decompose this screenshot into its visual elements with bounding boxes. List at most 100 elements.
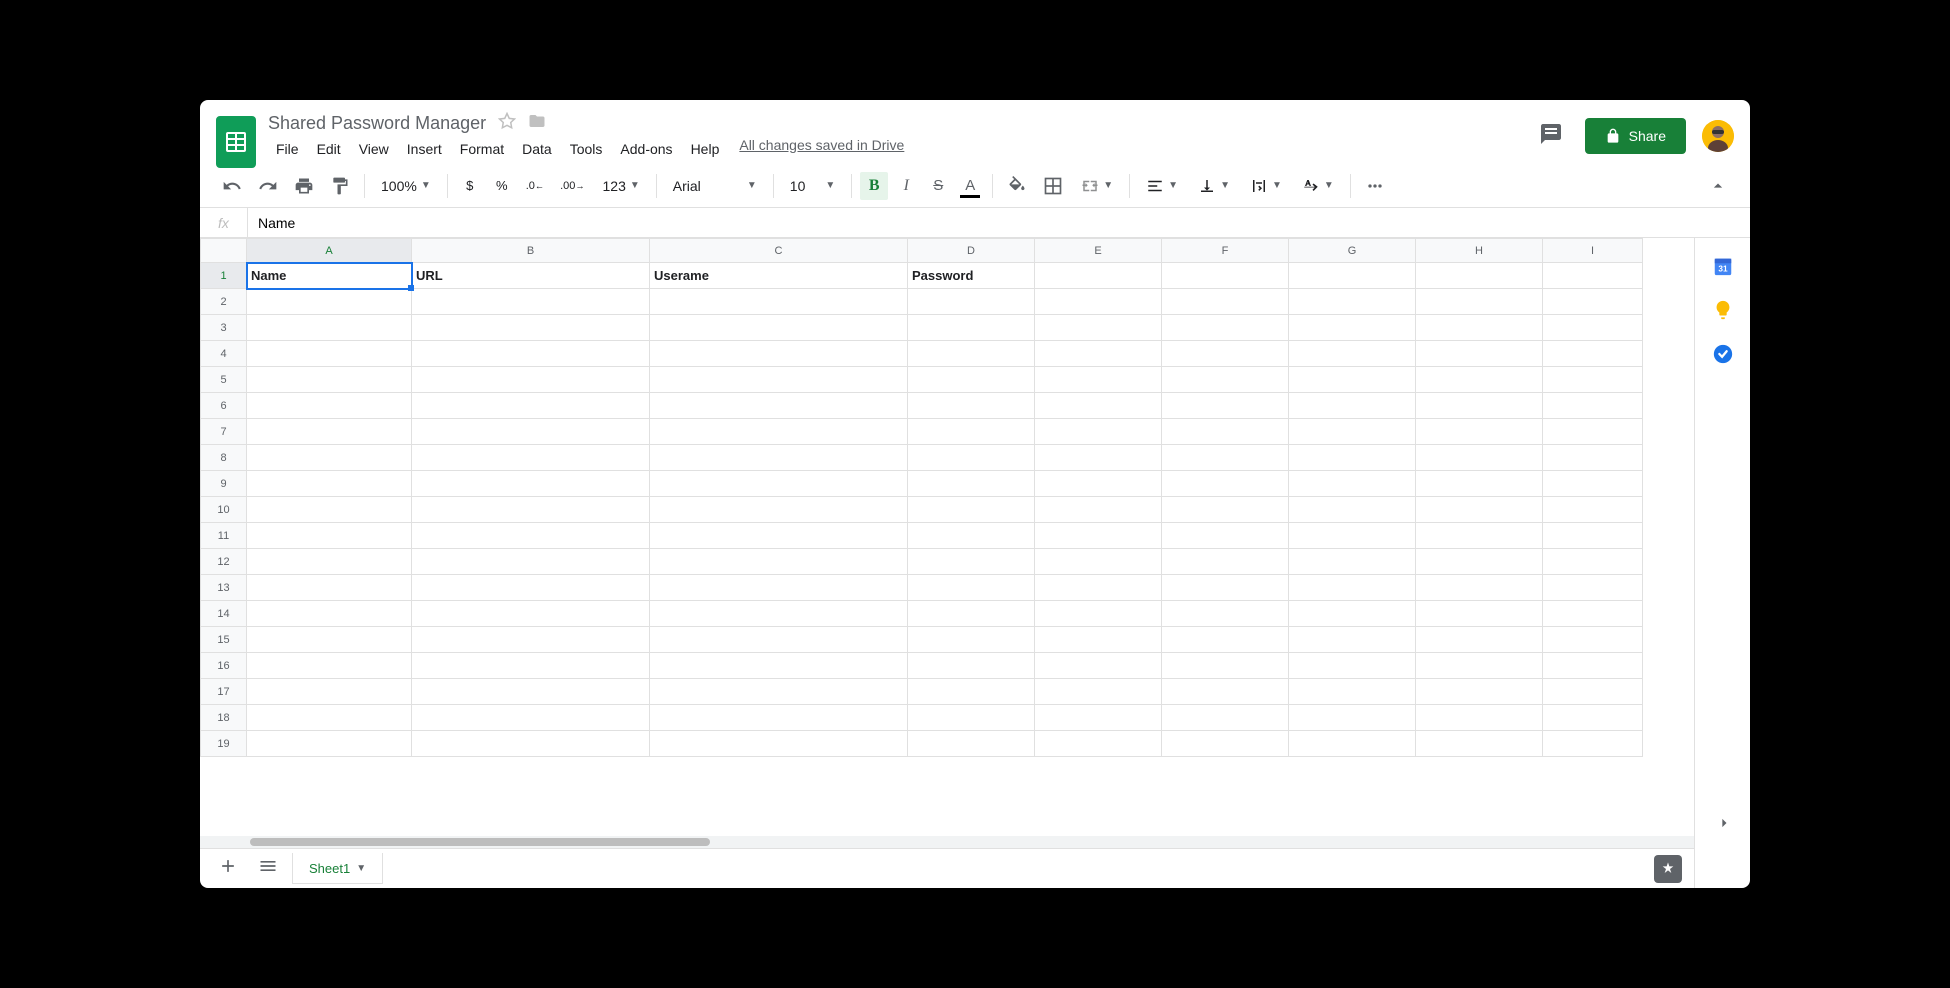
cell[interactable] <box>1543 601 1643 627</box>
cell[interactable] <box>1416 575 1543 601</box>
row-header[interactable]: 16 <box>201 653 247 679</box>
cell[interactable] <box>1162 705 1289 731</box>
cell[interactable] <box>412 315 650 341</box>
cell[interactable] <box>247 523 412 549</box>
fx-icon[interactable]: fx <box>200 208 248 237</box>
cell[interactable] <box>412 497 650 523</box>
menu-edit[interactable]: Edit <box>309 137 349 161</box>
cell[interactable]: Name <box>247 263 412 289</box>
cell[interactable] <box>1543 731 1643 757</box>
cell[interactable] <box>1035 289 1162 315</box>
cell[interactable] <box>1543 263 1643 289</box>
cell[interactable] <box>1035 627 1162 653</box>
cell[interactable] <box>1162 601 1289 627</box>
cell[interactable] <box>1289 445 1416 471</box>
cell[interactable] <box>1543 393 1643 419</box>
cell[interactable] <box>247 497 412 523</box>
cell[interactable] <box>1162 445 1289 471</box>
star-icon[interactable] <box>498 112 516 135</box>
cell[interactable] <box>247 445 412 471</box>
cell[interactable] <box>650 393 908 419</box>
cell[interactable] <box>650 523 908 549</box>
column-header[interactable]: I <box>1543 239 1643 263</box>
cell[interactable] <box>908 367 1035 393</box>
cell[interactable] <box>1416 627 1543 653</box>
cell[interactable] <box>1162 497 1289 523</box>
cell[interactable] <box>908 289 1035 315</box>
cell[interactable] <box>247 471 412 497</box>
cell[interactable] <box>1416 263 1543 289</box>
cell[interactable] <box>650 315 908 341</box>
print-icon[interactable] <box>288 172 320 200</box>
cell[interactable] <box>1162 289 1289 315</box>
cell[interactable] <box>908 523 1035 549</box>
cell[interactable] <box>1289 263 1416 289</box>
cell[interactable] <box>1162 315 1289 341</box>
cell[interactable] <box>1162 549 1289 575</box>
cell[interactable] <box>1416 471 1543 497</box>
paint-format-icon[interactable] <box>324 172 356 200</box>
cell[interactable] <box>650 471 908 497</box>
cell[interactable] <box>650 445 908 471</box>
cell[interactable] <box>1416 393 1543 419</box>
cell[interactable] <box>412 367 650 393</box>
cell[interactable] <box>908 393 1035 419</box>
cell[interactable] <box>412 705 650 731</box>
cell[interactable] <box>247 419 412 445</box>
cell[interactable] <box>1162 367 1289 393</box>
sheets-logo-icon[interactable] <box>216 116 256 168</box>
cell[interactable] <box>1035 549 1162 575</box>
move-folder-icon[interactable] <box>528 112 546 135</box>
add-sheet-icon[interactable] <box>212 850 244 887</box>
cell[interactable] <box>412 471 650 497</box>
cell[interactable] <box>1162 263 1289 289</box>
horizontal-scrollbar[interactable] <box>200 836 1694 848</box>
cell[interactable] <box>908 471 1035 497</box>
cell[interactable]: Password <box>908 263 1035 289</box>
cell[interactable] <box>247 731 412 757</box>
cell[interactable] <box>1035 601 1162 627</box>
cell[interactable] <box>1416 315 1543 341</box>
row-header[interactable]: 7 <box>201 419 247 445</box>
font-size-select[interactable]: 10▼ <box>782 174 843 198</box>
row-header[interactable]: 15 <box>201 627 247 653</box>
cell[interactable] <box>247 601 412 627</box>
cell[interactable] <box>247 393 412 419</box>
cell[interactable] <box>1162 419 1289 445</box>
cell[interactable] <box>1162 575 1289 601</box>
cell[interactable] <box>1035 705 1162 731</box>
text-wrap-icon[interactable]: ▼ <box>1242 173 1290 199</box>
cell[interactable] <box>650 367 908 393</box>
cell[interactable] <box>1035 367 1162 393</box>
cell[interactable] <box>1416 367 1543 393</box>
column-header[interactable]: C <box>650 239 908 263</box>
row-header[interactable]: 9 <box>201 471 247 497</box>
merge-cells-icon[interactable]: ▼ <box>1073 173 1121 199</box>
cell[interactable] <box>247 289 412 315</box>
cell[interactable] <box>1162 731 1289 757</box>
cell[interactable] <box>412 575 650 601</box>
cell[interactable]: Userame <box>650 263 908 289</box>
row-header[interactable]: 11 <box>201 523 247 549</box>
cell[interactable] <box>1162 471 1289 497</box>
zoom-select[interactable]: 100%▼ <box>373 174 439 198</box>
cell[interactable] <box>1162 341 1289 367</box>
cell[interactable] <box>1035 575 1162 601</box>
cell[interactable] <box>1289 315 1416 341</box>
sheet-tab-menu-icon[interactable]: ▼ <box>356 863 366 874</box>
italic-icon[interactable]: I <box>892 172 920 200</box>
cell[interactable] <box>1416 445 1543 471</box>
cell[interactable] <box>247 315 412 341</box>
column-header[interactable]: E <box>1035 239 1162 263</box>
cell[interactable] <box>650 549 908 575</box>
text-color-icon[interactable]: A <box>956 172 984 200</box>
row-header[interactable]: 1 <box>201 263 247 289</box>
cell[interactable] <box>908 653 1035 679</box>
cell[interactable] <box>1289 497 1416 523</box>
redo-icon[interactable] <box>252 172 284 200</box>
explore-button[interactable] <box>1654 855 1682 883</box>
cell[interactable] <box>650 419 908 445</box>
cell[interactable] <box>1289 367 1416 393</box>
cell[interactable] <box>908 705 1035 731</box>
cell[interactable] <box>1543 471 1643 497</box>
